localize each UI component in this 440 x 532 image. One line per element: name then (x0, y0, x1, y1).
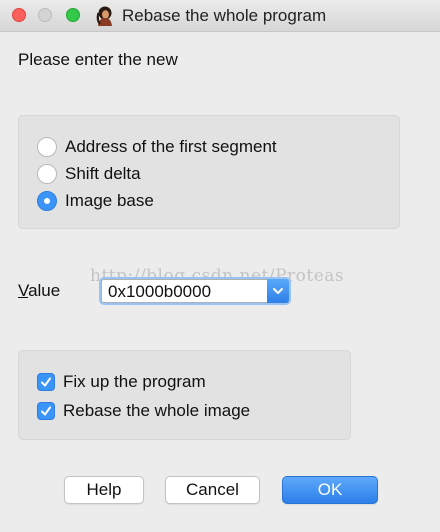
help-button[interactable]: Help (64, 476, 144, 504)
value-input[interactable]: 0x1000b0000 (108, 282, 211, 302)
value-combobox[interactable]: 0x1000b0000 (101, 279, 289, 303)
title-bar: Rebase the whole program (0, 0, 440, 32)
radio-shift-delta[interactable]: Shift delta (37, 164, 141, 184)
value-label-mnemonic: V (18, 281, 29, 300)
radio-image-base[interactable]: Image base (37, 191, 154, 211)
ok-button[interactable]: OK (282, 476, 378, 504)
options-group: Fix up the program Rebase the whole imag… (18, 350, 351, 440)
checkbox-label: Rebase the whole image (63, 401, 251, 420)
cancel-button[interactable]: Cancel (165, 476, 260, 504)
checkmark-icon (41, 377, 51, 387)
radio-button[interactable] (37, 164, 57, 184)
minimize-window-button[interactable] (38, 8, 52, 22)
radio-label: Image base (65, 191, 154, 210)
rebase-mode-group: Address of the first segment Shift delta… (18, 115, 400, 229)
radio-button-selected[interactable] (37, 191, 57, 211)
radio-label: Shift delta (65, 164, 141, 183)
checkbox-fix-up-program[interactable]: Fix up the program (37, 372, 206, 392)
checkbox[interactable] (37, 402, 55, 420)
prompt-text: Please enter the new (18, 50, 178, 69)
checkbox-label: Fix up the program (63, 372, 206, 391)
radio-button[interactable] (37, 137, 57, 157)
ida-app-icon (96, 6, 112, 26)
checkbox-rebase-whole-image[interactable]: Rebase the whole image (37, 401, 250, 421)
close-window-button[interactable] (12, 8, 26, 22)
radio-address-first-segment[interactable]: Address of the first segment (37, 137, 277, 157)
window-title: Rebase the whole program (122, 6, 327, 25)
rebase-dialog: Rebase the whole program Please enter th… (0, 0, 440, 532)
checkmark-icon (41, 406, 51, 416)
value-label-rest: alue (28, 281, 61, 300)
maximize-window-button[interactable] (66, 8, 80, 22)
value-label: Value (18, 281, 60, 301)
radio-label: Address of the first segment (65, 137, 277, 156)
checkbox[interactable] (37, 373, 55, 391)
chevron-down-icon[interactable] (267, 279, 289, 303)
